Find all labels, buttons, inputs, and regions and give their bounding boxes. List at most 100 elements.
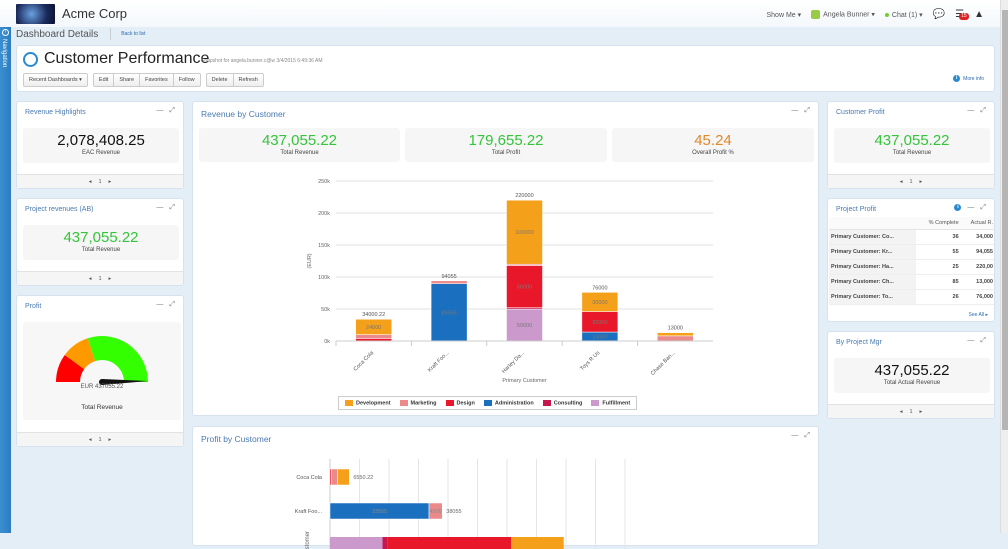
y-axis-label: (EUR) — [307, 253, 313, 268]
column-header[interactable]: % Complete — [916, 217, 961, 230]
data-label: 24000 — [366, 325, 381, 331]
minimize-icon[interactable]: — — [967, 107, 974, 115]
kpi-label: Total Revenue — [81, 247, 121, 253]
prev-page-icon[interactable]: ◂ — [900, 179, 903, 185]
page-number: 1 — [909, 409, 913, 415]
expand-icon[interactable]: ⤢ — [980, 107, 986, 115]
info-icon[interactable]: i — [954, 204, 962, 211]
chat-label: Chat (1) ▾ — [891, 11, 923, 19]
page-number: 1 — [98, 437, 102, 443]
page-number: 1 — [98, 179, 102, 185]
legend-item[interactable]: Marketing — [399, 399, 437, 406]
widget-title: Customer Profit — [836, 109, 885, 116]
column-header[interactable]: Actual R. — [960, 217, 994, 230]
divider — [110, 28, 112, 40]
revenue-stacked-bar-chart: 0k 50k 100k 150k 200k 250k (EUR) 24000 34000.22 C… — [307, 179, 713, 384]
expand-icon[interactable]: ⤢ — [980, 337, 986, 345]
kpi-label: Total Profit — [491, 150, 521, 156]
legend-item[interactable]: Consulting — [542, 399, 582, 406]
widget-title: Project revenues (AB) — [25, 206, 94, 213]
table-row[interactable]: Primary Customer: To... 26 76,000 — [829, 289, 994, 305]
table-row[interactable]: Primary Customer: Kr... 55 94,055 — [829, 244, 994, 260]
expand-icon[interactable]: ⤢ — [169, 204, 175, 212]
show-me-menu[interactable]: Show Me ▾ — [767, 11, 802, 19]
scrollbar-thumb[interactable] — [1002, 10, 1008, 430]
table-row[interactable]: Primary Customer: Co... 36 34,000 — [829, 229, 994, 245]
next-page-icon[interactable]: ▸ — [109, 276, 112, 282]
see-all-link[interactable]: See All ▸ — [969, 312, 988, 318]
kpi-label: EAC Revenue — [81, 150, 121, 156]
expand-icon[interactable]: ⤢ — [169, 301, 175, 309]
delete-button[interactable]: Delete — [207, 74, 234, 86]
back-to-list-link[interactable]: Back to list — [121, 31, 145, 37]
prev-page-icon[interactable]: ◂ — [89, 179, 92, 185]
legend-label: Development — [356, 400, 391, 407]
profit-by-customer-widget: Profit by Customer — ⤢ Coca Cola 6550.22 Kr… — [192, 426, 819, 549]
kpi-value: 437,055.22 — [261, 132, 338, 149]
table-row[interactable]: Primary Customer: Ch... 85 13,000 — [829, 274, 994, 290]
minimize-icon[interactable]: — — [967, 337, 974, 345]
customer-profit-widget: Customer Profit — ⤢ 437,055.22 Total Reve… — [827, 101, 995, 189]
y-tick-label: 200k — [318, 211, 330, 217]
expand-icon[interactable]: ⤢ — [804, 432, 810, 440]
next-page-icon[interactable]: ▸ — [109, 437, 112, 443]
alert-icon[interactable]: ▲ — [974, 9, 984, 20]
minimize-icon[interactable]: — — [156, 301, 163, 309]
y-tick-label: 0k — [324, 339, 330, 345]
minimize-icon[interactable]: — — [967, 204, 974, 212]
data-label: 66000 — [517, 285, 532, 291]
next-page-icon[interactable]: ▸ — [920, 179, 923, 185]
breadcrumb: Dashboard Details Back to list — [16, 28, 145, 40]
actual-revenue-cell: 13,000 — [960, 274, 994, 290]
company-logo[interactable] — [16, 4, 55, 24]
expand-icon: › — [2, 29, 9, 36]
user-menu[interactable]: Angela Bunner ▾ — [811, 10, 875, 19]
chat-menu[interactable]: Chat (1) ▾ — [884, 11, 923, 19]
navigation-tab[interactable]: › Navigation — [0, 27, 11, 533]
expand-icon[interactable]: ⤢ — [804, 107, 810, 115]
legend-item[interactable]: Fulfillment — [591, 399, 630, 406]
expand-icon[interactable]: ⤢ — [169, 107, 175, 115]
prev-page-icon[interactable]: ◂ — [89, 276, 92, 282]
table-row[interactable]: Primary Customer: Ha... 25 220,00 — [829, 259, 994, 275]
minimize-icon[interactable]: — — [156, 107, 163, 115]
kpi-tile: 179,655.22 Total Profit — [405, 128, 607, 162]
more-info-link[interactable]: i More info — [953, 75, 984, 82]
refresh-button[interactable]: Refresh — [234, 74, 263, 86]
notifications-icon[interactable]: ☰15 — [955, 9, 969, 20]
bar-segment — [382, 537, 388, 549]
column-header[interactable] — [829, 217, 917, 230]
percent-complete-cell: 55 — [916, 244, 961, 260]
prev-page-icon[interactable]: ◂ — [900, 409, 903, 415]
y-tick-label: 250k — [318, 179, 330, 185]
minimize-icon[interactable]: — — [791, 432, 798, 440]
next-page-icon[interactable]: ▸ — [109, 179, 112, 185]
legend-item[interactable]: Development — [345, 399, 391, 407]
chat-bubbles-icon[interactable]: 💬 — [933, 9, 945, 20]
kpi-value: 437,055.22 — [874, 362, 950, 379]
profit-gauge-widget: Profit — ⤢ EUR 437055.22 Total Revenue ◂ 1… — [16, 295, 184, 447]
customer-cell: Primary Customer: Co... — [829, 229, 917, 245]
page-scrollbar[interactable] — [1000, 0, 1008, 533]
revenue-highlights-widget: Revenue Highlights — ⤢ 2,078,408.25 EAC R… — [16, 101, 184, 189]
minimize-icon[interactable]: — — [156, 204, 163, 212]
favorites-button[interactable]: Favorites — [140, 74, 174, 86]
project-revenues-widget: Project revenues (AB) — ⤢ 437,055.22 Tota… — [16, 198, 184, 286]
minimize-icon[interactable]: — — [791, 107, 798, 115]
follow-button[interactable]: Follow — [174, 74, 200, 86]
recent-dashboards-button[interactable]: Recent Dashboards ▾ — [24, 74, 87, 86]
legend-swatch — [445, 399, 454, 406]
kpi-label: Overall Profit % — [692, 150, 734, 156]
legend-item[interactable]: Design — [445, 399, 475, 406]
total-label: 34000.22 — [362, 312, 385, 318]
share-button[interactable]: Share — [114, 74, 141, 86]
next-page-icon[interactable]: ▸ — [920, 409, 923, 415]
navigation-label: Navigation — [1, 39, 7, 68]
avatar — [811, 10, 821, 19]
legend-item[interactable]: Administration — [483, 399, 534, 406]
by-project-mgr-widget: By Project Mgr — ⤢ 437,055.22 Total Actua… — [827, 331, 995, 419]
expand-icon[interactable]: ⤢ — [980, 204, 986, 212]
prev-page-icon[interactable]: ◂ — [89, 437, 92, 443]
x-tick-label: Kraft Foo... — [427, 350, 451, 374]
edit-button[interactable]: Edit — [94, 74, 115, 86]
